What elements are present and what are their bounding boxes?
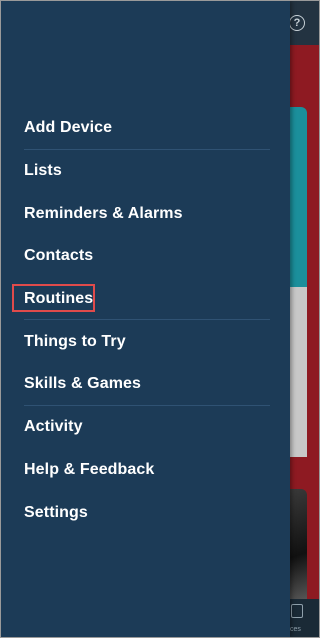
menu-item-add-device[interactable]: Add Device [1,107,290,150]
menu-item-label: Activity [24,418,83,436]
menu-item-reminders-alarms[interactable]: Reminders & Alarms [1,192,290,235]
devices-tab-label: ces [290,626,301,633]
menu-item-activity[interactable]: Activity [1,406,290,449]
background-teal-card [287,107,307,287]
menu-item-label: Reminders & Alarms [24,204,183,222]
background-photo-card [287,489,307,599]
menu-item-contacts[interactable]: Contacts [1,235,290,278]
menu-item-skills-games[interactable]: Skills & Games [1,363,290,406]
background-grey-card [287,287,307,457]
menu-item-help-feedback[interactable]: Help & Feedback [1,449,290,492]
menu-item-routines[interactable]: Routines [1,278,290,321]
menu-item-label: Skills & Games [24,375,142,393]
menu-item-label: Add Device [24,119,113,137]
navigation-drawer: Add Device Lists Reminders & Alarms Cont… [1,1,290,637]
menu-item-things-to-try[interactable]: Things to Try [1,320,290,363]
menu-item-label: Things to Try [24,332,126,350]
highlight-box [12,283,95,312]
menu-item-label: Help & Feedback [24,460,155,478]
help-icon[interactable]: ? [289,15,305,31]
menu-item-settings[interactable]: Settings [1,491,290,534]
screen-frame: ? ces Add Device Lists Reminders & Alarm… [0,0,320,638]
menu-item-label: Settings [24,503,88,521]
menu-item-label: Contacts [24,247,94,265]
menu-item-lists[interactable]: Lists [1,150,290,193]
devices-icon [291,604,303,618]
menu-item-label: Lists [24,162,62,180]
drawer-menu: Add Device Lists Reminders & Alarms Cont… [1,107,290,534]
